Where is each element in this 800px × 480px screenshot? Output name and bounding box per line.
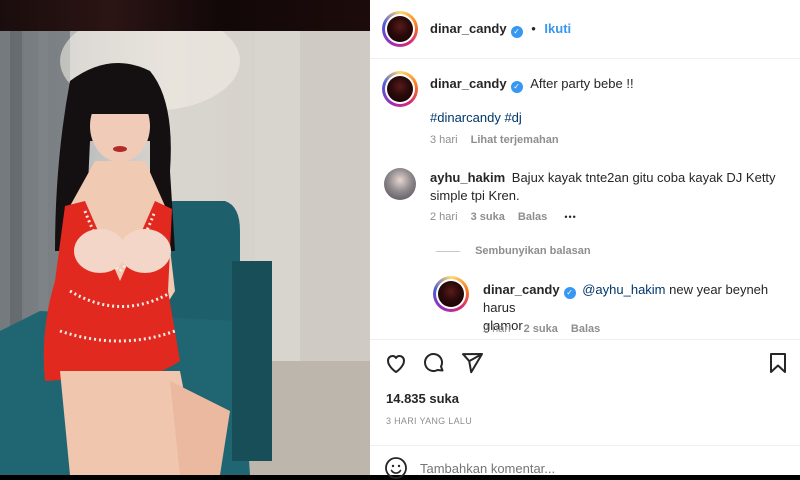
heart-icon[interactable] [384, 351, 408, 375]
hide-replies-button[interactable]: Sembunyikan balasan [475, 245, 591, 257]
comment-more-button[interactable]: ••• [564, 212, 576, 222]
comment-text-line1: Bajux kayak tnte2an gitu coba kayak DJ K… [511, 170, 776, 185]
like-count[interactable]: 14.835 suka [386, 391, 459, 406]
reply-avatar[interactable] [433, 276, 469, 312]
photo-top-strip [0, 0, 370, 31]
caption-hashtags[interactable]: #dinarcandy #dj [430, 110, 522, 125]
comment-text-line2: simple tpi Kren. [430, 188, 520, 203]
hide-replies-line [436, 250, 460, 252]
comment-box-divider [370, 445, 800, 446]
comment-input[interactable] [420, 457, 760, 479]
post-photo[interactable] [0, 31, 370, 475]
verified-icon: ✓ [510, 81, 523, 93]
caption-time[interactable]: 3 hari [430, 134, 458, 146]
reply-time[interactable]: 2 hari [483, 323, 511, 335]
post-side-panel: dinar_candy ✓ • Ikuti dinar_candy ✓ After … [370, 0, 800, 479]
post-photo-illustration [0, 31, 370, 475]
posted-ago: 3 HARI YANG LALU [386, 416, 472, 426]
translate-link[interactable]: Lihat terjemahan [471, 134, 559, 146]
caption-avatar[interactable] [382, 71, 418, 107]
reply-reply-button[interactable]: Balas [571, 323, 600, 335]
reply-likes[interactable]: 2 suka [524, 323, 558, 335]
follow-button[interactable]: Ikuti [544, 21, 571, 36]
reply-mention[interactable]: @ayhu_hakim [582, 282, 665, 297]
bookmark-icon[interactable] [766, 351, 790, 375]
actions-divider [370, 339, 800, 340]
header-avatar[interactable] [382, 11, 418, 47]
comment-icon[interactable] [422, 351, 446, 375]
reply-username[interactable]: dinar_candy [483, 282, 560, 297]
post-photo-pane [0, 0, 370, 475]
comment-likes[interactable]: 3 suka [471, 211, 505, 223]
verified-icon: ✓ [563, 287, 576, 299]
verified-icon: ✓ [510, 26, 523, 38]
caption-username[interactable]: dinar_candy [430, 76, 507, 91]
header-username[interactable]: dinar_candy [430, 21, 507, 36]
header-separator: • [531, 21, 536, 36]
emoji-icon[interactable] [384, 456, 408, 480]
caption-text: After party bebe !! [530, 76, 634, 91]
comment-avatar[interactable] [384, 168, 416, 200]
comment-username[interactable]: ayhu_hakim [430, 170, 505, 185]
share-icon[interactable] [460, 351, 484, 375]
header-divider [370, 58, 800, 59]
comment-time[interactable]: 2 hari [430, 211, 458, 223]
post-header: dinar_candy ✓ • Ikuti [370, 0, 800, 58]
comment-reply-button[interactable]: Balas [518, 211, 547, 223]
